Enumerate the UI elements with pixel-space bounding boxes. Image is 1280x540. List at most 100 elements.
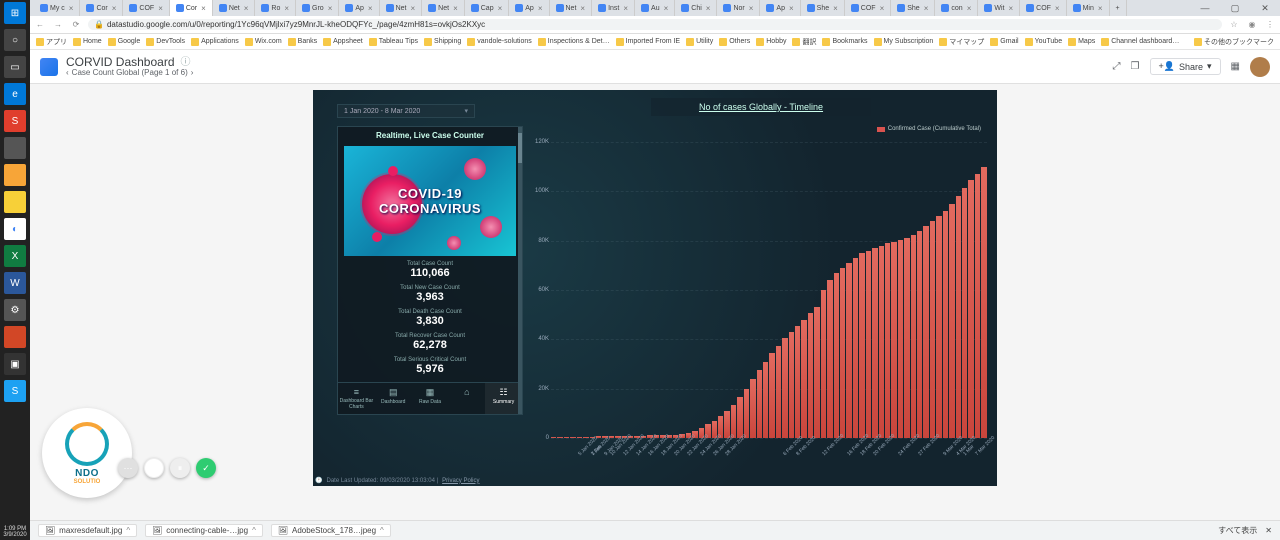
profile-icon[interactable]: ◉ (1246, 20, 1258, 29)
chevron-up-icon[interactable]: ^ (126, 526, 130, 535)
browser-tab[interactable]: Wit× (978, 0, 1020, 16)
browser-tab[interactable]: Inst× (592, 0, 635, 16)
chart-bar[interactable] (769, 353, 774, 438)
taskbar-app-icon[interactable] (4, 326, 26, 348)
chart-bar[interactable] (789, 332, 794, 438)
taskbar-app-icon[interactable]: S (4, 110, 26, 132)
chart-bar[interactable] (943, 211, 948, 438)
taskbar-taskview-icon[interactable]: ▭ (4, 56, 26, 78)
taskbar-clock[interactable]: 1:09 PM 3/9/2020 (1, 526, 29, 539)
browser-tab[interactable]: Net× (213, 0, 256, 16)
download-item[interactable]: 🖼AdobeStock_178…jpeg^ (271, 524, 391, 537)
new-tab-button[interactable]: + (1110, 0, 1127, 16)
chart-bar[interactable] (936, 216, 941, 438)
bookmark-item[interactable]: vandole-solutions (467, 38, 531, 46)
chart-bar[interactable] (975, 174, 980, 438)
chart-bar[interactable] (776, 346, 781, 439)
browser-tab[interactable]: Chi× (675, 0, 717, 16)
close-tab-icon[interactable]: × (284, 4, 289, 13)
bookmarks-more[interactable]: その他のブックマーク (1194, 37, 1274, 47)
browser-tab[interactable]: Cap× (465, 0, 510, 16)
close-button[interactable]: ✕ (1250, 3, 1280, 14)
chart-bar[interactable] (801, 320, 806, 438)
close-tab-icon[interactable]: × (1055, 4, 1060, 13)
taskbar-app-icon[interactable]: ▣ (4, 353, 26, 375)
bookmark-item[interactable]: アプリ (36, 37, 67, 47)
chart-bar[interactable] (808, 313, 813, 438)
bookmark-item[interactable]: Home (73, 38, 102, 46)
close-tab-icon[interactable]: × (112, 4, 117, 13)
close-tab-icon[interactable]: × (880, 4, 885, 13)
chart-bar[interactable] (904, 238, 909, 438)
url-input[interactable]: 🔒 datastudio.google.com/u/0/reporting/1Y… (88, 19, 1222, 30)
chart-bar[interactable] (872, 248, 877, 438)
browser-tab[interactable]: COF× (123, 0, 169, 16)
bookmark-item[interactable]: Others (719, 38, 750, 46)
bookmark-item[interactable]: Appsheet (323, 38, 363, 46)
privacy-link[interactable]: Privacy Policy (442, 478, 479, 484)
bookmark-item[interactable]: Channel dashboard… (1101, 38, 1179, 46)
bookmark-item[interactable]: My Subscription (874, 38, 934, 46)
close-tab-icon[interactable]: × (453, 4, 458, 13)
recorder-more-button[interactable]: ⋯ (118, 458, 138, 478)
close-tab-icon[interactable]: × (498, 4, 503, 13)
chart-bar[interactable] (821, 290, 826, 438)
recorder-done-button[interactable]: ✓ (196, 458, 216, 478)
browser-tab[interactable]: Au× (635, 0, 675, 16)
close-tab-icon[interactable]: × (664, 4, 669, 13)
taskbar-chrome-icon[interactable]: ◐ (4, 218, 26, 240)
browser-tab[interactable]: Cor× (170, 0, 213, 16)
close-tab-icon[interactable]: × (538, 4, 543, 13)
bookmark-item[interactable]: Tableau Tips (369, 38, 418, 46)
browser-tab[interactable]: She× (801, 0, 845, 16)
breadcrumb[interactable]: ‹ Case Count Global (Page 1 of 6) › (66, 69, 193, 78)
taskbar-edge-icon[interactable]: e (4, 83, 26, 105)
chart-bar[interactable] (757, 370, 762, 438)
browser-tab[interactable]: Gro× (296, 0, 339, 16)
bookmark-item[interactable]: 翻訳 (792, 37, 816, 47)
bookmark-item[interactable]: Imported From IE (616, 38, 680, 46)
chart-bar[interactable] (846, 263, 851, 438)
show-all-downloads[interactable]: すべて表示 (1218, 525, 1257, 536)
chart-bar[interactable] (724, 411, 729, 438)
chart-bar[interactable] (859, 253, 864, 438)
bookmark-item[interactable]: Wix.com (245, 38, 282, 46)
chart-bar[interactable] (840, 268, 845, 438)
browser-tab[interactable]: Ap× (339, 0, 379, 16)
recorder-stop-button[interactable]: ✕ (144, 458, 164, 478)
browser-tab[interactable]: Net× (422, 0, 465, 16)
browser-tab[interactable]: Ro× (255, 0, 296, 16)
bookmark-item[interactable]: Utility (686, 38, 713, 46)
avatar[interactable] (1250, 57, 1270, 77)
chart-bar[interactable] (949, 204, 954, 438)
browser-tab[interactable]: Ap× (509, 0, 549, 16)
chart-bar[interactable] (744, 389, 749, 438)
browser-tab[interactable]: Net× (380, 0, 423, 16)
bookmark-item[interactable]: Bookmarks (822, 38, 867, 46)
chart-bar[interactable] (782, 338, 787, 438)
reload-button[interactable]: ⟳ (70, 20, 82, 29)
browser-tab[interactable]: Nor× (717, 0, 760, 16)
close-tab-icon[interactable]: × (623, 4, 628, 13)
datastudio-logo-icon[interactable] (40, 58, 58, 76)
start-button[interactable]: ⊞ (4, 2, 26, 24)
close-tab-icon[interactable]: × (749, 4, 754, 13)
bookmark-item[interactable]: Applications (191, 38, 239, 46)
panel-nav-item[interactable]: ▦Raw Data (412, 383, 449, 414)
browser-tab[interactable]: My c× (34, 0, 80, 16)
chart-bar[interactable] (853, 258, 858, 438)
apps-grid-icon[interactable]: ▦ (1231, 61, 1240, 72)
bookmark-item[interactable]: YouTube (1025, 38, 1063, 46)
taskbar-settings-icon[interactable]: ⚙ (4, 299, 26, 321)
menu-icon[interactable]: ⋮ (1264, 20, 1276, 29)
close-tab-icon[interactable]: × (1098, 4, 1103, 13)
minimize-button[interactable]: — (1190, 3, 1220, 14)
download-item[interactable]: 🖼connecting-cable-…jpg^ (145, 524, 263, 537)
chart-bar[interactable] (885, 243, 890, 438)
chart-bar[interactable] (879, 246, 884, 438)
close-tab-icon[interactable]: × (1008, 4, 1013, 13)
close-tab-icon[interactable]: × (158, 4, 163, 13)
bookmark-item[interactable]: Gmail (990, 38, 1018, 46)
chart-bar[interactable] (750, 379, 755, 438)
browser-tab[interactable]: Cor× (80, 0, 123, 16)
